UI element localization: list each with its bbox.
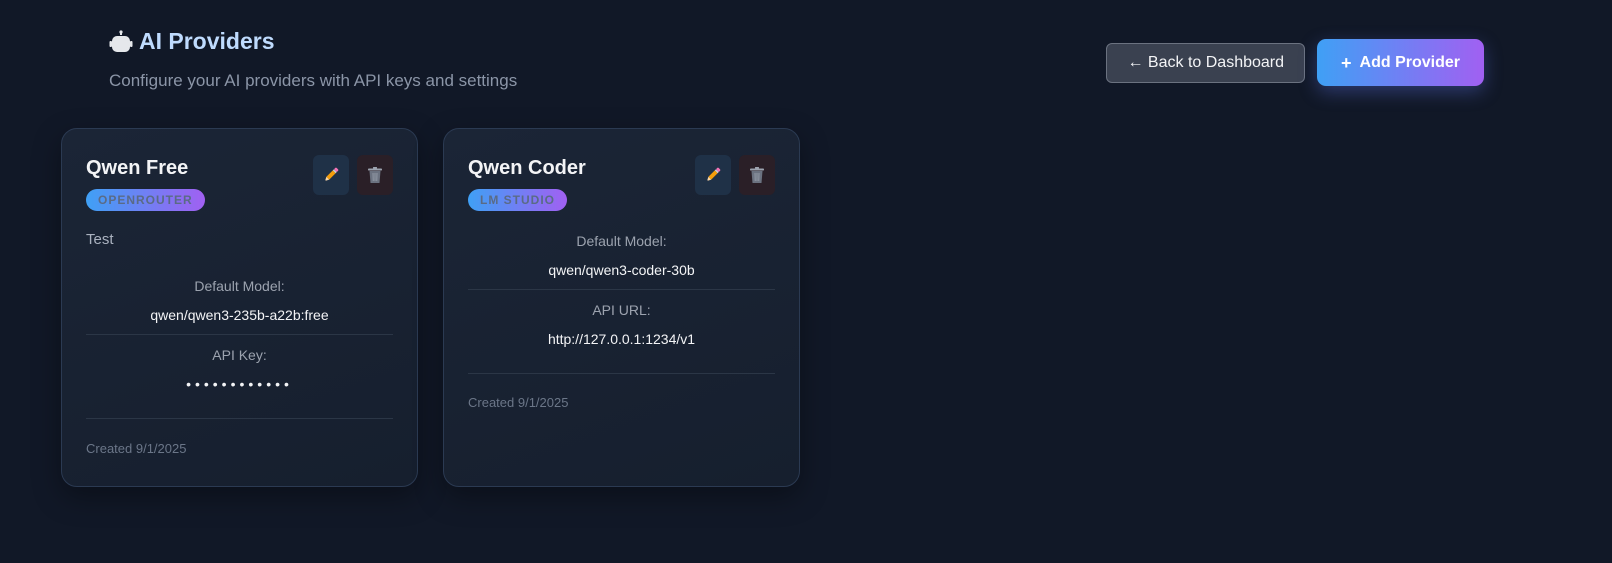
- trash-icon: [750, 167, 764, 183]
- edit-provider-button[interactable]: [695, 155, 731, 195]
- add-provider-button[interactable]: + Add Provider: [1317, 39, 1484, 86]
- field-label: API Key:: [212, 347, 267, 363]
- card-title-group: Qwen Coder LM STUDIO: [468, 155, 586, 211]
- robot-icon: [109, 29, 133, 54]
- card-header: Qwen Coder LM STUDIO: [468, 155, 775, 211]
- field-label: Default Model:: [194, 278, 285, 294]
- pencil-icon: [324, 167, 339, 182]
- delete-provider-button[interactable]: [357, 155, 393, 195]
- default-model-field: Default Model: qwen/qwen3-235b-a22b:free: [86, 278, 393, 323]
- add-provider-label: Add Provider: [1359, 53, 1460, 71]
- provider-type-badge: LM STUDIO: [468, 189, 567, 211]
- card-actions: [313, 155, 393, 195]
- divider: [86, 418, 393, 419]
- header-actions: ← Back to Dashboard + Add Provider: [1106, 39, 1484, 86]
- back-to-dashboard-button[interactable]: ← Back to Dashboard: [1106, 42, 1306, 83]
- card-actions: [695, 155, 775, 195]
- card-title-group: Qwen Free OPENROUTER: [86, 155, 205, 211]
- providers-page: AI Providers Configure your AI providers…: [0, 0, 1612, 563]
- provider-name: Qwen Coder: [468, 157, 586, 179]
- provider-type-badge: OPENROUTER: [86, 189, 205, 211]
- divider: [86, 334, 393, 335]
- provider-description: Test: [86, 231, 114, 248]
- trash-icon: [368, 167, 382, 183]
- provider-cards: Qwen Free OPENROUTER Test Default Model:…: [61, 128, 800, 487]
- provider-card: Qwen Free OPENROUTER Test Default Model:…: [61, 128, 418, 487]
- provider-name: Qwen Free: [86, 157, 189, 179]
- page-header: AI Providers Configure your AI providers…: [109, 28, 517, 91]
- field-value: http://127.0.0.1:1234/v1: [547, 331, 696, 347]
- divider: [468, 373, 775, 374]
- field-value: qwen/qwen3-coder-30b: [548, 262, 695, 278]
- divider: [468, 289, 775, 290]
- title-row: AI Providers: [109, 28, 517, 55]
- api-url-field: API URL: http://127.0.0.1:1234/v1: [468, 302, 775, 347]
- field-value: qwen/qwen3-235b-a22b:free: [150, 307, 329, 323]
- field-label: API URL:: [592, 302, 651, 318]
- masked-api-key: ••••••••••••: [186, 376, 293, 392]
- default-model-field: Default Model: qwen/qwen3-coder-30b: [468, 233, 775, 278]
- created-date: Created 9/1/2025: [468, 395, 569, 410]
- field-label: Default Model:: [576, 233, 667, 249]
- page-subtitle: Configure your AI providers with API key…: [109, 71, 518, 90]
- provider-card: Qwen Coder LM STUDIO Default Model: qwen…: [443, 128, 800, 487]
- card-header: Qwen Free OPENROUTER: [86, 155, 393, 211]
- pencil-icon: [706, 167, 721, 182]
- api-key-field: API Key: ••••••••••••: [86, 347, 393, 392]
- back-button-label: ← Back to Dashboard: [1127, 53, 1285, 71]
- edit-provider-button[interactable]: [313, 155, 349, 195]
- created-date: Created 9/1/2025: [86, 441, 187, 456]
- page-title: AI Providers: [139, 28, 275, 54]
- plus-icon: +: [1341, 52, 1352, 73]
- delete-provider-button[interactable]: [739, 155, 775, 195]
